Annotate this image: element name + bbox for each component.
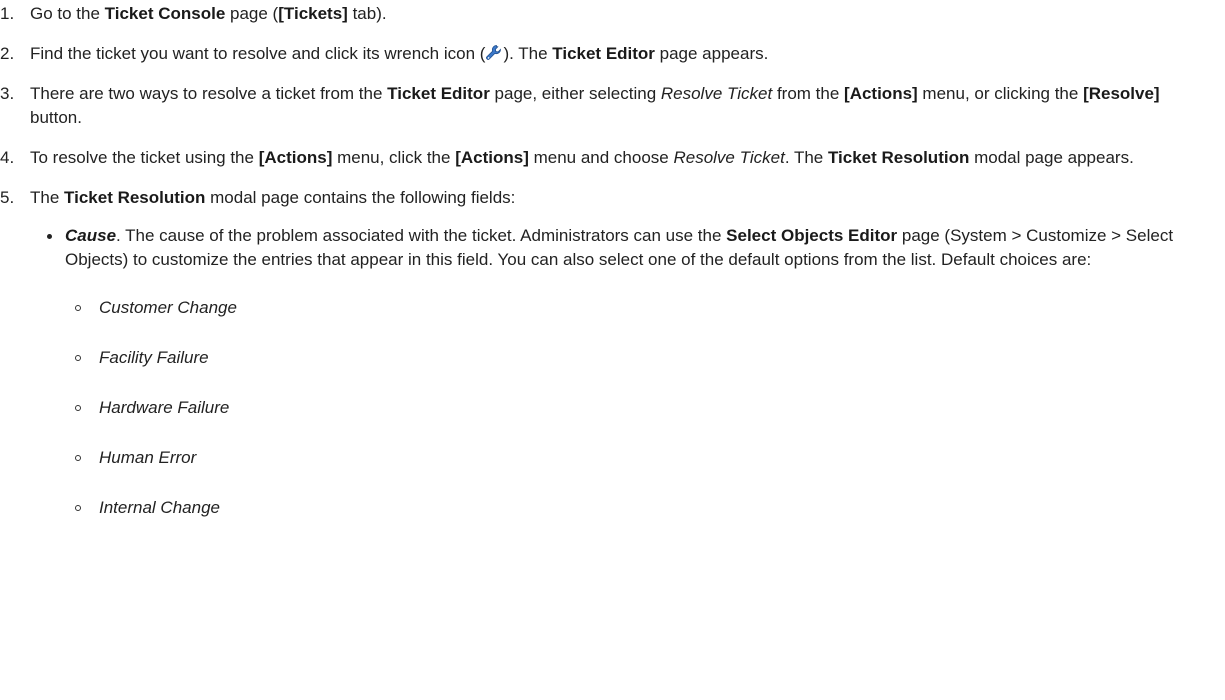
step-item: 2. Find the ticket you want to resolve an… [0, 42, 1225, 66]
field-description: Cause. The cause of the problem associat… [65, 226, 1173, 269]
emphasis-text: Ticket Editor [552, 44, 655, 63]
procedure-steps: 1. Go to the Ticket Console page ([Ticket… [0, 2, 1225, 520]
text-run: page ( [225, 4, 279, 23]
text-run: menu, click the [332, 148, 456, 167]
text-run: page appears. [654, 44, 769, 63]
emphasis-text: Ticket Resolution [64, 188, 206, 207]
step-number: 4. [0, 148, 15, 167]
text-run: tab). [347, 4, 387, 23]
default-choice-item: Facility Failure [75, 346, 1225, 370]
emphasis-text: Resolve Ticket [660, 84, 773, 103]
emphasis-text: Cause [65, 226, 117, 245]
bullet-dot-icon [47, 234, 52, 239]
step-text: Find the ticket you want to resolve and … [30, 42, 1225, 66]
hollow-bullet-icon [75, 405, 81, 411]
text-run: modal page appears. [969, 148, 1134, 167]
step-text: To resolve the ticket using the [Actions… [30, 146, 1225, 170]
text-run: ). The [503, 44, 553, 63]
step-number: 2. [0, 44, 15, 63]
text-run: modal page contains the following fields… [205, 188, 516, 207]
default-choice-item: Human Error [75, 446, 1225, 470]
text-run: menu, or clicking the [917, 84, 1084, 103]
wrench-icon [486, 45, 502, 60]
emphasis-text: Ticket Resolution [827, 148, 970, 167]
emphasis-text: [Resolve] [1083, 84, 1160, 103]
step-number: 5. [0, 188, 15, 207]
step-text: There are two ways to resolve a ticket f… [30, 82, 1225, 130]
default-choice-item: Customer Change [75, 296, 1225, 320]
step-item: 3. There are two ways to resolve a ticket… [0, 82, 1225, 130]
default-choice-label: Hardware Failure [99, 398, 230, 417]
emphasis-text: [Actions] [258, 148, 333, 167]
default-choice-label: Facility Failure [99, 348, 209, 367]
default-choice-item: Hardware Failure [75, 396, 1225, 420]
emphasis-text: [Tickets] [278, 4, 348, 23]
emphasis-text: [Actions] [844, 84, 918, 103]
text-run: menu and choose [528, 148, 674, 167]
default-choice-label: Human Error [99, 448, 197, 467]
text-run: page, either selecting [489, 84, 661, 103]
emphasis-text: Resolve Ticket [673, 148, 785, 167]
emphasis-text: Ticket Console [104, 4, 226, 23]
default-choice-label: Internal Change [99, 498, 220, 517]
hollow-bullet-icon [75, 355, 81, 361]
text-run: button. [30, 108, 82, 127]
default-choice-label: Customer Change [99, 298, 237, 317]
hollow-bullet-icon [75, 305, 81, 311]
text-run: To resolve the ticket using the [30, 148, 259, 167]
step-text: The Ticket Resolution modal page contain… [30, 186, 1225, 210]
emphasis-text: Select Objects Editor [726, 226, 898, 245]
text-run: The [30, 188, 65, 207]
step-number: 3. [0, 84, 15, 103]
step-text: Go to the Ticket Console page ([Tickets]… [30, 2, 1225, 26]
field-list: Cause. The cause of the problem associat… [30, 224, 1225, 520]
default-choices-list: Customer Change Facility Failure Hardware … [65, 296, 1225, 520]
emphasis-text: [Actions] [455, 148, 529, 167]
text-run: Find the ticket you want to resolve and … [30, 44, 486, 63]
hollow-bullet-icon [75, 455, 81, 461]
text-run: There are two ways to resolve a ticket f… [30, 84, 388, 103]
document-body: 1. Go to the Ticket Console page ([Ticket… [0, 2, 1225, 546]
step-item: 1. Go to the Ticket Console page ([Ticket… [0, 2, 1225, 26]
step-number: 1. [0, 4, 15, 23]
emphasis-text: Ticket Editor [387, 84, 490, 103]
text-run: . The cause of the problem associated wi… [116, 226, 727, 245]
step-item: 5. The Ticket Resolution modal page conta… [0, 186, 1225, 520]
text-run: from the [772, 84, 845, 103]
text-run: Go to the [30, 4, 105, 23]
default-choice-item: Internal Change [75, 496, 1225, 520]
text-run: . The [784, 148, 828, 167]
step-item: 4. To resolve the ticket using the [Actio… [0, 146, 1225, 170]
field-item: Cause. The cause of the problem associat… [45, 224, 1225, 520]
hollow-bullet-icon [75, 505, 81, 511]
